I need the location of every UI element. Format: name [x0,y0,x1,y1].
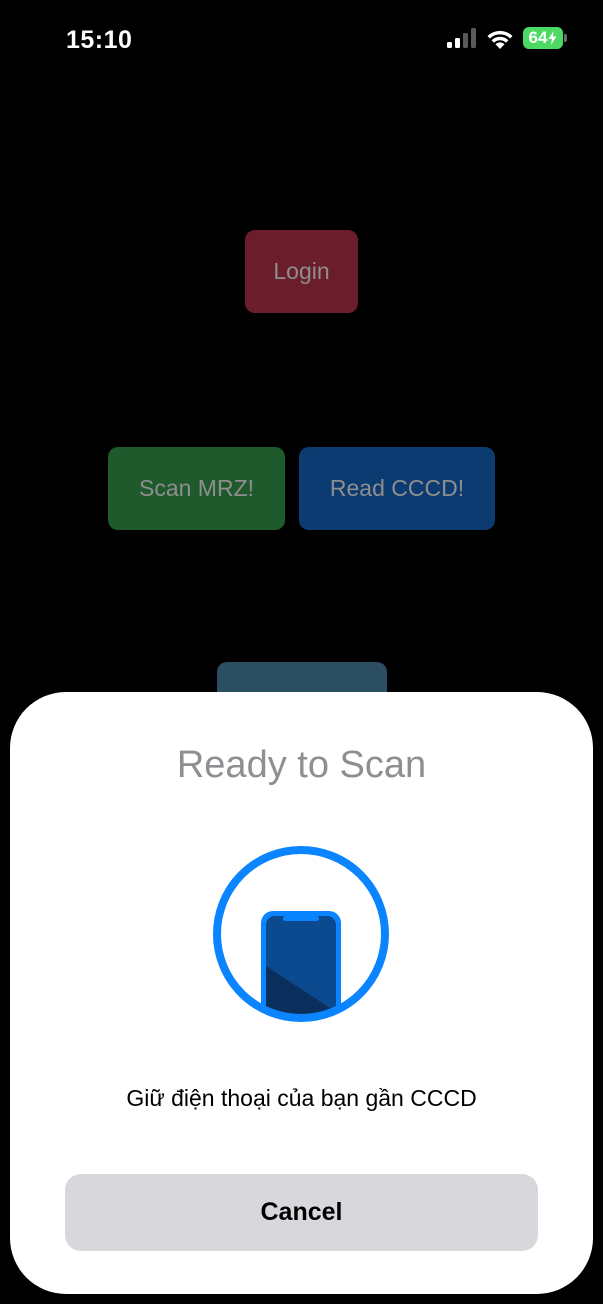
charging-bolt-icon [548,31,557,45]
battery-icon: 64 [523,27,567,49]
battery-level: 64 [528,28,548,47]
phone-nfc-scan-icon [213,846,389,1022]
scan-sheet: Ready to Scan Giữ điện thoại của bạn gần… [10,692,593,1294]
cancel-button[interactable]: Cancel [65,1174,538,1251]
status-icons: 64 [447,27,567,49]
sheet-title: Ready to Scan [176,744,427,786]
cellular-signal-icon [447,28,476,48]
read-cccd-button[interactable]: Read CCCD! [299,447,495,530]
wifi-icon [487,30,513,49]
screen: 15:10 64 Login Scan MRZ! Read CCCD! Read… [0,0,603,1304]
login-button[interactable]: Login [245,230,358,313]
battery-cap [564,34,567,42]
scan-instruction: Giữ điện thoại của bạn gần CCCD [126,1085,477,1111]
status-time: 15:10 [66,26,133,54]
scan-mrz-button[interactable]: Scan MRZ! [108,447,285,530]
